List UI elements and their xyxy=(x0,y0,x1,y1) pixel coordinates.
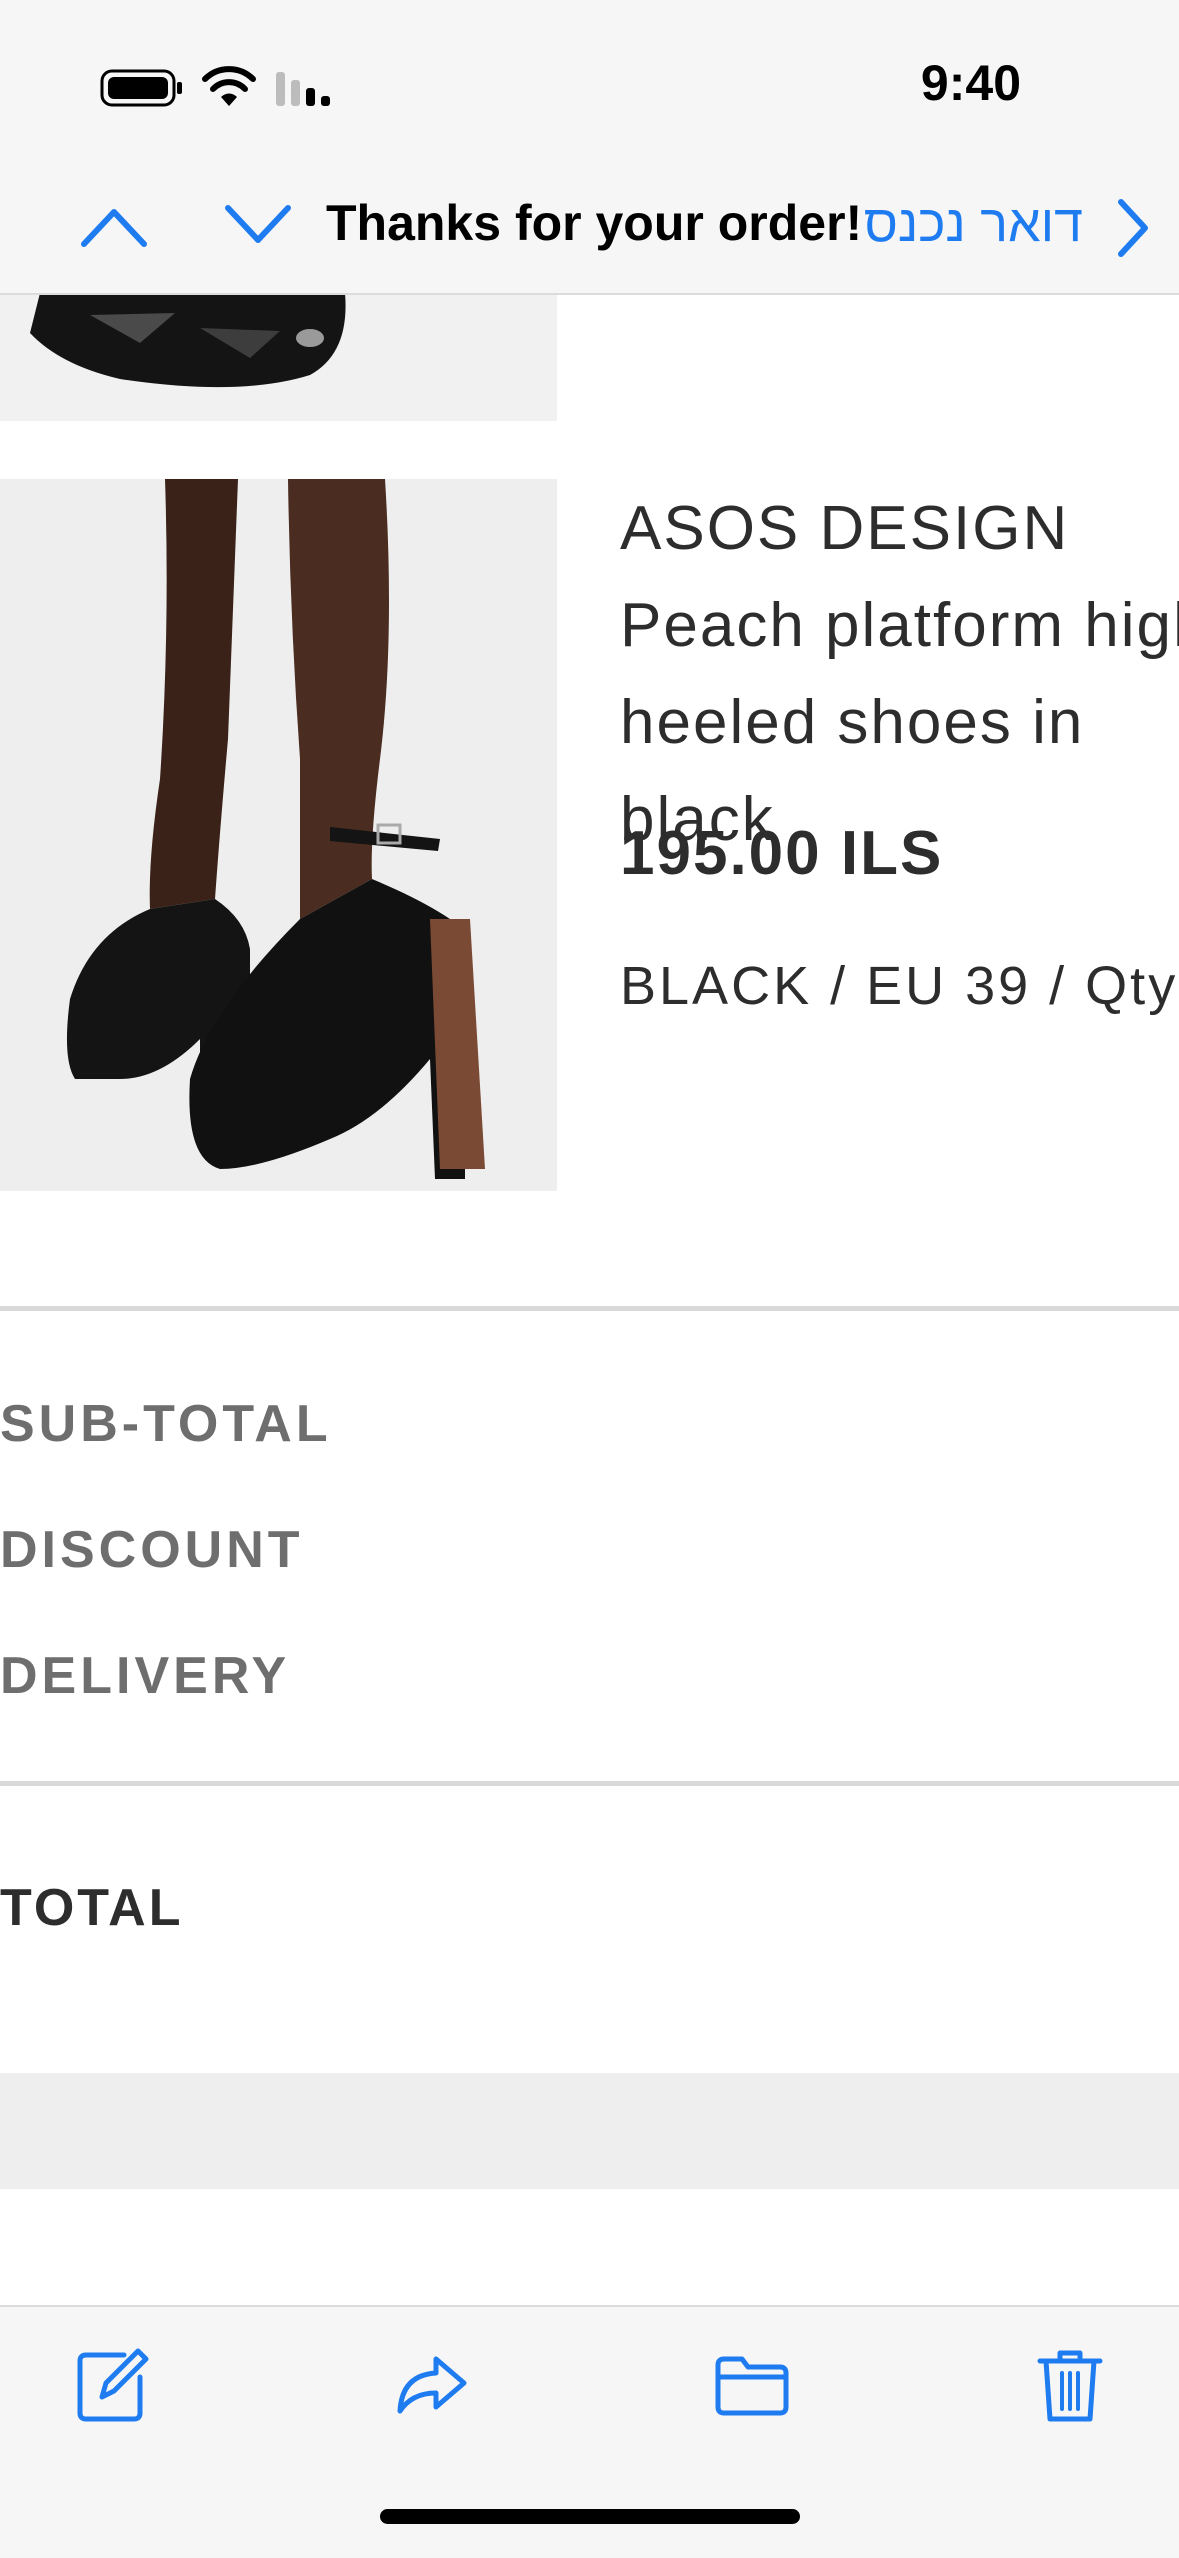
compose-icon[interactable] xyxy=(72,2345,152,2425)
status-time: 9:40 xyxy=(920,55,1021,111)
wifi-icon xyxy=(202,66,256,106)
product-image[interactable] xyxy=(0,479,557,1191)
section-divider xyxy=(0,1306,1179,1311)
reply-icon[interactable] xyxy=(392,2345,472,2425)
product-price: 195.00 ILS xyxy=(620,819,944,888)
product-variant: BLACK / EU 39 / Qty 1 xyxy=(620,956,1179,1016)
subtotal-label: SUB-TOTAL xyxy=(0,1395,332,1453)
mail-subject-title: Thanks for your order! xyxy=(326,195,863,251)
product-name[interactable]: ASOS DESIGN Peach platform high heeled s… xyxy=(620,480,1179,868)
delivery-label: DELIVERY xyxy=(0,1647,291,1705)
mail-header-bar: 9:40 Thanks for your order! דואר נכנס xyxy=(0,0,1179,295)
cellular-signal-icon xyxy=(276,72,330,106)
total-label: TOTAL xyxy=(0,1879,184,1937)
trash-icon[interactable] xyxy=(1030,2345,1110,2425)
chevron-down-icon[interactable] xyxy=(222,200,294,250)
home-indicator[interactable] xyxy=(380,2509,800,2524)
section-divider xyxy=(0,1781,1179,1786)
battery-icon xyxy=(100,69,182,107)
discount-label: DISCOUNT xyxy=(0,1521,304,1579)
back-chevron-icon[interactable] xyxy=(1113,196,1153,260)
email-footer-band xyxy=(0,2073,1179,2189)
inbox-back-link[interactable]: דואר נכנס xyxy=(864,194,1083,254)
chevron-up-icon[interactable] xyxy=(78,200,150,250)
folder-icon[interactable] xyxy=(712,2345,792,2425)
previous-product-image xyxy=(0,293,557,421)
